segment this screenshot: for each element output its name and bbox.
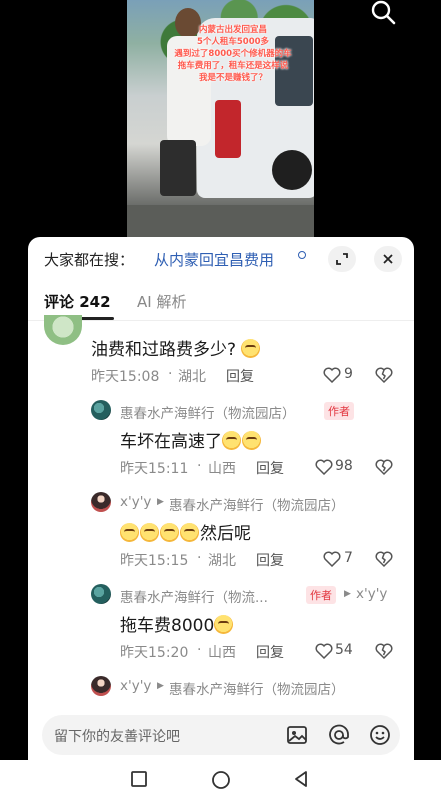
search-icon[interactable] [370, 0, 398, 26]
comment-text: 车坏在高速了 [120, 427, 262, 452]
comment-text: 油费和过路费多少? [91, 335, 261, 360]
emoji [160, 523, 179, 542]
close-button[interactable] [374, 246, 402, 272]
comment-time: 昨天15:11 [120, 461, 189, 477]
broken-heart-icon[interactable] [375, 458, 393, 476]
comment-location: 山西 [208, 461, 236, 477]
emoji [180, 523, 199, 542]
separator-dot: · [197, 642, 202, 658]
comment-text: 拖车费8000 [120, 611, 234, 636]
heart-icon[interactable] [323, 551, 341, 567]
heart-icon[interactable] [315, 643, 333, 659]
commenter-name[interactable]: 惠春水产海鲜行（物流园店） [120, 402, 296, 422]
reply-button[interactable]: 回复 [226, 366, 254, 386]
emoji-icon[interactable] [369, 724, 391, 746]
expand-icon [336, 253, 348, 265]
reply-target-name[interactable]: 惠春水产海鲜行（物流园店） [169, 494, 345, 514]
broken-heart-icon[interactable] [375, 642, 393, 660]
commenter-name[interactable]: x'y'y [120, 678, 151, 694]
reply-button[interactable]: 回复 [256, 642, 284, 662]
avatar[interactable] [44, 315, 82, 345]
reply-arrow-icon: ▶ [157, 681, 164, 691]
like-count: 7 [344, 550, 353, 566]
comment-text: 然后呢 [120, 519, 251, 544]
commenter-name[interactable]: x'y'y [120, 494, 151, 510]
comment-location: 湖北 [178, 369, 206, 385]
like-count: 54 [335, 642, 353, 658]
separator-dot: · [197, 550, 202, 566]
avatar[interactable] [91, 676, 111, 696]
expand-button[interactable] [328, 246, 356, 272]
search-prefix: 大家都在搜： [44, 251, 135, 269]
comment-time: 昨天15:20 [120, 645, 189, 661]
video-van-taillight [215, 100, 241, 158]
square-icon[interactable] [130, 770, 148, 788]
tab-ai-analysis[interactable]: AI 解析 [137, 291, 186, 312]
video-person-legs [160, 140, 196, 196]
comment-time: 昨天15:08 [91, 369, 160, 385]
emoji [120, 523, 139, 542]
video-ground [127, 205, 314, 240]
comment-time: 昨天15:15 [120, 553, 189, 569]
like-count: 98 [335, 458, 353, 474]
broken-heart-icon[interactable] [375, 366, 393, 384]
separator-dot: · [197, 458, 202, 474]
comment-panel: 大家都在搜： 从内蒙回宜昌费用 评论 242 AI 解析 油费和过路费多少? 昨… [28, 237, 414, 800]
search-suggestion-link[interactable]: 从内蒙回宜昌费用 [154, 249, 274, 270]
circle-icon[interactable] [211, 770, 231, 790]
emoji [222, 431, 241, 450]
author-badge: 作者 [306, 586, 336, 604]
reply-button[interactable]: 回复 [256, 550, 284, 570]
video-van-wheel [272, 150, 312, 190]
video-caption-overlay: 内蒙古出发回宜昌 5个人租车5000多 遇到过了8000买个修机器的车 拖车费用… [174, 25, 292, 83]
system-nav-bar [0, 760, 441, 800]
heart-icon[interactable] [315, 459, 333, 475]
comment-tabs: 评论 242 AI 解析 [28, 287, 414, 321]
image-icon[interactable] [286, 724, 308, 746]
at-icon[interactable] [328, 724, 350, 746]
like-count: 9 [344, 366, 353, 382]
heart-icon[interactable] [323, 367, 341, 383]
author-badge: 作者 [324, 402, 354, 420]
comment-location: 山西 [208, 645, 236, 661]
video-player[interactable]: 内蒙古出发回宜昌 5个人租车5000多 遇到过了8000买个修机器的车 拖车费用… [127, 0, 314, 240]
screen: 内蒙古出发回宜昌 5个人租车5000多 遇到过了8000买个修机器的车 拖车费用… [0, 0, 441, 800]
emoji [242, 431, 261, 450]
tab-comments[interactable]: 评论 242 [44, 291, 111, 312]
search-suggestion-row[interactable]: 大家都在搜： 从内蒙回宜昌费用 [28, 237, 414, 281]
emoji [140, 523, 159, 542]
close-icon [383, 254, 393, 264]
reply-button[interactable]: 回复 [256, 458, 284, 478]
reply-target-name[interactable]: 惠春水产海鲜行（物流园店） [169, 678, 345, 698]
commenter-name[interactable]: 惠春水产海鲜行（物流... [120, 586, 268, 606]
search-small-icon [298, 251, 306, 259]
avatar[interactable] [91, 584, 111, 604]
avatar[interactable] [91, 492, 111, 512]
reply-target-name[interactable]: x'y'y [356, 586, 387, 602]
broken-heart-icon[interactable] [375, 550, 393, 568]
emoji [241, 339, 261, 358]
reply-arrow-icon: ▶ [344, 589, 351, 599]
comment-input[interactable]: 留下你的友善评论吧 [54, 726, 180, 746]
emoji [214, 615, 234, 634]
comment-location: 湖北 [208, 553, 236, 569]
separator-dot: · [168, 366, 173, 382]
avatar[interactable] [91, 400, 111, 420]
reply-arrow-icon: ▶ [157, 497, 164, 507]
comment-input-bar[interactable]: 留下你的友善评论吧 [42, 715, 400, 755]
triangle-back-icon[interactable] [292, 770, 310, 788]
